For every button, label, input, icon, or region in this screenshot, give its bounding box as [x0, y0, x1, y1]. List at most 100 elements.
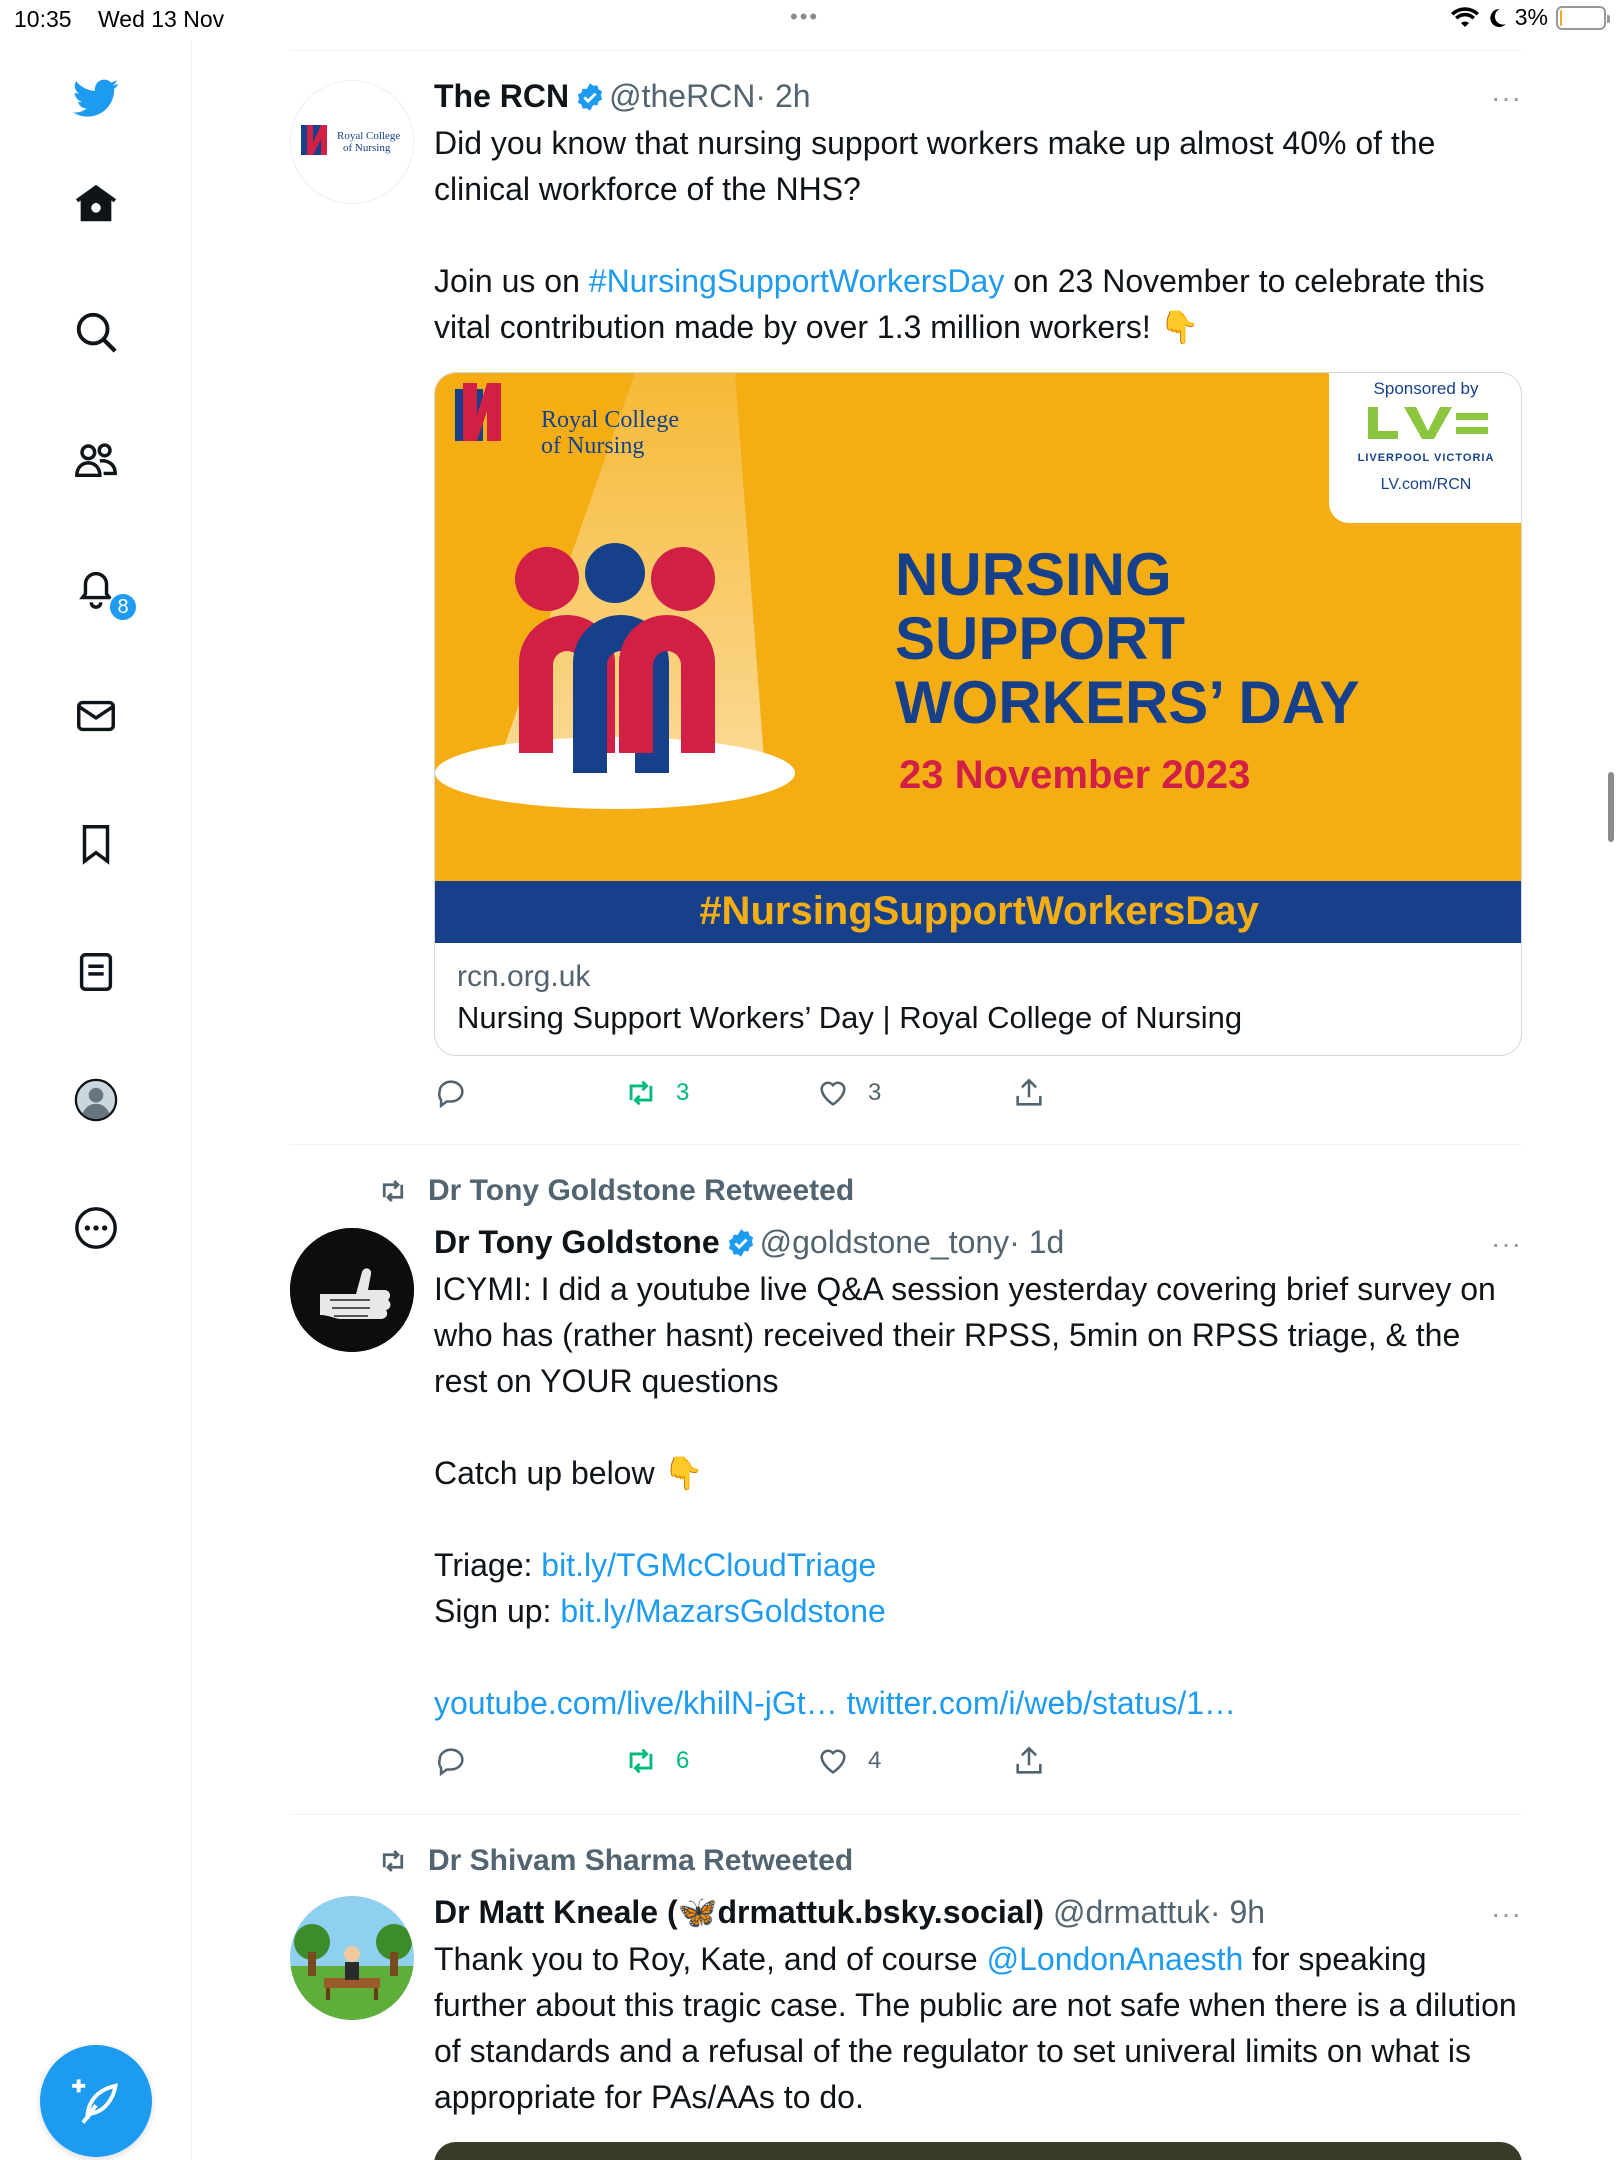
status-right: 3% [1450, 4, 1610, 31]
link-card[interactable]: Royal College of Nursing Sponsored by LIV… [434, 372, 1522, 1056]
retweeted-by[interactable]: Dr Tony Goldstone Retweeted [374, 1174, 854, 1208]
tweet-time[interactable]: · 2h [755, 78, 810, 114]
bookmark-icon[interactable] [66, 814, 126, 874]
home-icon[interactable] [66, 174, 126, 234]
tweet-body: The RCN @theRCN· 2h ··· Did you know that… [434, 76, 1522, 350]
retweet-icon [382, 1180, 404, 1202]
tweet-more-button[interactable]: ··· [1491, 82, 1522, 114]
retweet-button[interactable]: 3 [624, 1076, 689, 1110]
signup-link[interactable]: bit.ly/MazarsGoldstone [560, 1593, 885, 1629]
retweeted-by-text: Dr Tony Goldstone Retweeted [428, 1174, 855, 1207]
like-count: 3 [868, 1079, 882, 1106]
retweet-icon [629, 1748, 653, 1774]
card-title: Nursing Support Workers’ Day | Royal Col… [457, 1000, 1243, 1035]
more-options-icon[interactable] [66, 1198, 126, 1258]
tweet-time[interactable]: · 1d [1009, 1224, 1064, 1260]
card-banner-image: Royal College of Nursing Sponsored by LIV… [435, 373, 1521, 943]
rcn-logo-text: Royal College of Nursing [541, 407, 679, 459]
reply-icon [438, 1080, 464, 1109]
moon-icon [1490, 8, 1506, 27]
reply-button[interactable] [434, 1744, 468, 1778]
wifi-icon [1450, 6, 1479, 27]
youtube-link[interactable]: youtube.com/live/khilN-jGt… [434, 1685, 838, 1721]
retweeted-by[interactable]: Dr Shivam Sharma Retweeted [374, 1844, 853, 1878]
twitter-status-link[interactable]: twitter.com/i/web/status/1… [847, 1685, 1236, 1721]
author-handle[interactable]: @goldstone_tony [760, 1224, 1010, 1260]
feed-top-divider [290, 50, 1522, 51]
author-handle[interactable]: @drmattuk [1053, 1894, 1210, 1930]
lv-logo-icon [1368, 407, 1488, 439]
messages-icon[interactable] [66, 686, 126, 746]
retweet-icon [629, 1080, 653, 1106]
logo-line: of Nursing [541, 433, 645, 459]
tweet-text-part: ICYMI: I did a youtube live Q&A session … [434, 1271, 1496, 1583]
battery-percent: 3% [1514, 4, 1548, 30]
avatar[interactable]: Royal College of Nursing [290, 80, 414, 204]
author-name[interactable]: Dr Matt Kneale (🦋drmattuk.bsky.social) [434, 1894, 1044, 1930]
author-handle[interactable]: @theRCN [609, 78, 755, 114]
sponsored-by-label: Sponsored by [1373, 379, 1479, 398]
multitasking-dots[interactable]: ••• [790, 4, 819, 30]
communities-icon[interactable] [66, 430, 126, 490]
tweet-text: Did you know that nursing support worker… [434, 120, 1522, 350]
tweet-body: Dr Matt Kneale (🦋drmattuk.bsky.social) @… [434, 1892, 1522, 2120]
tweet-more-button[interactable]: ··· [1491, 1228, 1522, 1260]
reply-button[interactable] [434, 1076, 468, 1110]
share-icon [1016, 1078, 1042, 1106]
compose-feather-icon [72, 2079, 118, 2124]
banner-title-line: WORKERS’ DAY [895, 669, 1360, 736]
share-icon [1016, 1746, 1042, 1774]
search-icon[interactable] [66, 302, 126, 362]
banner-title-line: NURSING [895, 541, 1172, 608]
like-button[interactable]: 3 [816, 1076, 881, 1110]
sponsor-name: LIVERPOOL VICTORIA [1357, 452, 1495, 464]
retweet-count: 3 [676, 1079, 690, 1106]
status-time: 10:35 [14, 6, 72, 32]
twitter-logo-icon[interactable] [66, 68, 126, 128]
retweeted-by-text: Dr Shivam Sharma Retweeted [428, 1844, 854, 1877]
compose-tweet-button[interactable] [40, 2045, 152, 2157]
logo-line: Royal College [541, 407, 679, 433]
notifications-badge: 8 [108, 592, 138, 622]
tweet-text-part [838, 1685, 847, 1721]
sponsor-box: Sponsored by LIVERPOOL VICTORIA LV.com/R… [1329, 373, 1521, 523]
tweet-text: ICYMI: I did a youtube live Q&A session … [434, 1266, 1522, 1726]
avatar[interactable] [290, 1896, 414, 2020]
profile-avatar-icon[interactable] [66, 1070, 126, 1130]
sponsor-url: LV.com/RCN [1380, 476, 1472, 493]
heart-icon [820, 1749, 846, 1774]
scrollbar[interactable] [1608, 772, 1614, 842]
battery-fill [1560, 9, 1562, 26]
hashtag-link[interactable]: #NursingSupportWorkersDay [589, 263, 1005, 299]
author-name[interactable]: The RCN [434, 78, 569, 114]
mention-link[interactable]: @LondonAnaesth [987, 1941, 1244, 1977]
retweet-icon [382, 1850, 404, 1872]
tweet-time[interactable]: · 9h [1210, 1894, 1265, 1930]
share-button[interactable] [1012, 1076, 1046, 1110]
tweet-text-part: Sign up: [434, 1593, 552, 1629]
heart-icon [820, 1081, 846, 1106]
author-name[interactable]: Dr Tony Goldstone [434, 1224, 720, 1260]
triage-link[interactable]: bit.ly/TGMcCloudTriage [541, 1547, 876, 1583]
share-button[interactable] [1012, 1744, 1046, 1778]
tweet-actions: 3 3 [434, 1076, 1114, 1116]
tweet-more-button[interactable]: ··· [1491, 1898, 1522, 1930]
tweet-text: Thank you to Roy, Kate, and of course @L… [434, 1936, 1522, 2120]
lists-icon[interactable] [66, 942, 126, 1002]
retweet-button[interactable]: 6 [624, 1744, 689, 1778]
tweet-actions: 6 4 [434, 1744, 1114, 1784]
avatar[interactable] [290, 1228, 414, 1352]
card-domain: rcn.org.uk [457, 960, 591, 993]
retweet-count: 6 [676, 1747, 690, 1774]
tweet-body: Dr Tony Goldstone @goldstone_tony· 1d ···… [434, 1222, 1522, 1726]
card-meta: rcn.org.uk Nursing Support Workers’ Day … [457, 957, 1242, 1039]
tweet-divider [290, 1814, 1522, 1815]
banner-hashtag-text: #NursingSupportWorkersDay [699, 889, 1259, 933]
banner-date: 23 November 2023 [899, 753, 1251, 797]
tweet-media-preview[interactable] [434, 2142, 1522, 2160]
status-date: Wed 13 Nov [98, 6, 225, 32]
svg-text:of Nursing: of Nursing [343, 142, 391, 154]
like-button[interactable]: 4 [816, 1744, 881, 1778]
tweet-header: Dr Tony Goldstone @goldstone_tony· 1d [434, 1222, 1522, 1262]
sidebar: 8 [0, 40, 192, 2160]
